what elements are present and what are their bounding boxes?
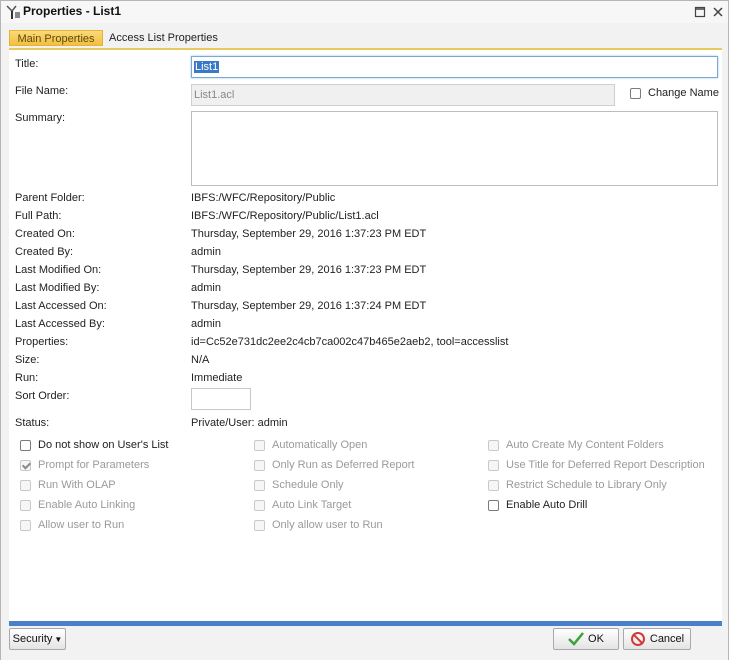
security-button[interactable]: Security ▼ — [9, 628, 66, 650]
ok-button[interactable]: OK — [553, 628, 619, 650]
enable-auto-drill-label[interactable]: Enable Auto Drill — [506, 499, 587, 511]
tab-main-properties[interactable]: Main Properties — [9, 30, 103, 46]
schedule-only-label: Schedule Only — [272, 479, 344, 491]
parent-folder-label: Parent Folder: — [15, 192, 85, 204]
security-button-label: Security — [12, 633, 53, 645]
title-for-deferred-checkbox — [488, 460, 499, 471]
run-label: Run: — [15, 372, 39, 384]
last-modified-on-value: Thursday, September 29, 2016 1:37:23 PM … — [191, 264, 427, 276]
title-input-value: List1 — [194, 61, 220, 73]
title-label: Title: — [15, 58, 39, 70]
title-input[interactable]: List1 — [191, 56, 718, 78]
run-with-olap-checkbox — [20, 480, 31, 491]
prompt-for-parameters-checkbox — [20, 460, 31, 471]
only-allow-user-to-run-checkbox — [254, 520, 265, 531]
created-on-value: Thursday, September 29, 2016 1:37:23 PM … — [191, 228, 427, 240]
created-by-label: Created By: — [15, 246, 74, 258]
allow-user-to-run-checkbox — [20, 520, 31, 531]
auto-link-target-label: Auto Link Target — [272, 499, 352, 511]
auto-link-target-checkbox — [254, 500, 265, 511]
cancel-icon — [630, 632, 645, 646]
properties-app-icon — [6, 5, 20, 19]
only-allow-user-to-run-label: Only allow user to Run — [272, 519, 383, 531]
do-not-show-label[interactable]: Do not show on User's List — [38, 439, 169, 451]
checkmark-icon — [568, 632, 585, 646]
sort-order-label: Sort Order: — [15, 390, 70, 402]
file-name-label: File Name: — [15, 85, 69, 97]
last-modified-by-value: admin — [191, 282, 221, 294]
cancel-button[interactable]: Cancel — [623, 628, 691, 650]
automatically-open-checkbox — [254, 440, 265, 451]
last-accessed-on-label: Last Accessed On: — [15, 300, 107, 312]
run-value: Immediate — [191, 372, 243, 384]
restrict-schedule-checkbox — [488, 480, 499, 491]
created-by-value: admin — [191, 246, 221, 258]
enable-auto-drill-checkbox[interactable] — [488, 500, 499, 511]
restrict-schedule-label: Restrict Schedule to Library Only — [506, 479, 667, 491]
created-on-label: Created On: — [15, 228, 75, 240]
run-with-olap-label: Run With OLAP — [38, 479, 116, 491]
summary-label: Summary: — [15, 112, 66, 124]
last-accessed-by-label: Last Accessed By: — [15, 318, 105, 330]
parent-folder-value: IBFS:/WFC/Repository/Public — [191, 192, 336, 204]
enable-auto-linking-checkbox — [20, 500, 31, 511]
status-value: Private/User: admin — [191, 417, 288, 429]
enable-auto-linking-label: Enable Auto Linking — [38, 499, 136, 511]
properties-value: id=Cc52e731dc2ee2c4cb7ca002c47b465e2aeb2… — [191, 336, 509, 348]
full-path-value: IBFS:/WFC/Repository/Public/List1.acl — [191, 210, 379, 222]
prompt-for-parameters-label: Prompt for Parameters — [38, 459, 150, 471]
size-value: N/A — [191, 354, 210, 366]
size-label: Size: — [15, 354, 40, 366]
last-modified-by-label: Last Modified By: — [15, 282, 100, 294]
chevron-down-icon: ▼ — [54, 634, 63, 644]
last-accessed-by-value: admin — [191, 318, 221, 330]
ok-button-label: OK — [588, 633, 604, 645]
allow-user-to-run-label: Allow user to Run — [38, 519, 125, 531]
auto-create-folders-checkbox — [488, 440, 499, 451]
title-bar[interactable]: Properties - List1 — [1, 1, 728, 23]
change-name-checkbox[interactable] — [630, 88, 641, 99]
summary-textarea[interactable] — [191, 111, 718, 186]
last-modified-on-label: Last Modified On: — [15, 264, 102, 276]
file-name-field[interactable]: List1.acl — [191, 84, 615, 106]
schedule-only-checkbox — [254, 480, 265, 491]
deferred-only-checkbox — [254, 460, 265, 471]
tab-access-list-properties[interactable]: Access List Properties — [109, 30, 218, 46]
dialog-footer: Security ▼ OK Cancel — [1, 626, 728, 660]
properties-dialog: Properties - List1 Main Properties Acces… — [0, 0, 729, 660]
properties-label: Properties: — [15, 336, 69, 348]
last-accessed-on-value: Thursday, September 29, 2016 1:37:24 PM … — [191, 300, 427, 312]
auto-create-folders-label: Auto Create My Content Folders — [506, 439, 664, 451]
full-path-label: Full Path: — [15, 210, 62, 222]
do-not-show-checkbox[interactable] — [20, 440, 31, 451]
main-properties-panel: Title: List1 File Name: List1.acl Change… — [9, 48, 722, 621]
title-for-deferred-label: Use Title for Deferred Report Descriptio… — [506, 459, 705, 471]
maximize-icon[interactable] — [694, 6, 706, 18]
sort-order-input[interactable] — [191, 388, 251, 410]
window-title: Properties - List1 — [23, 4, 122, 18]
status-label: Status: — [15, 417, 50, 429]
cancel-button-label: Cancel — [649, 633, 685, 645]
change-name-label[interactable]: Change Name — [648, 87, 719, 99]
automatically-open-label: Automatically Open — [272, 439, 368, 451]
close-icon[interactable] — [712, 6, 724, 18]
deferred-only-label: Only Run as Deferred Report — [272, 459, 415, 471]
